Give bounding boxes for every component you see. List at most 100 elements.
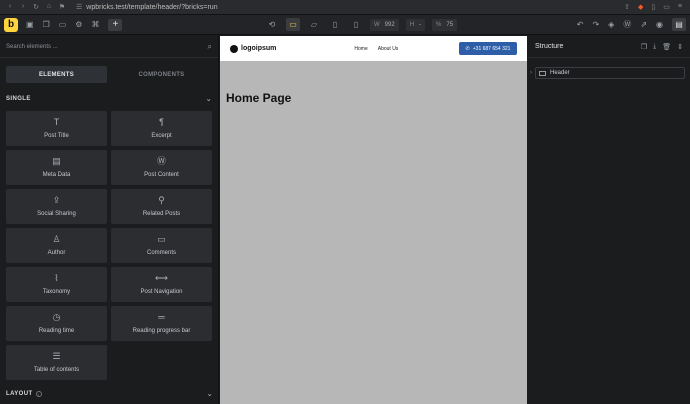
width-label: W [374, 21, 380, 28]
structure-row: › Header [530, 67, 690, 79]
redo-icon[interactable]: ↷ [592, 20, 599, 29]
progress-bar-icon: ═ [158, 312, 165, 322]
breakpoint-reset-icon[interactable]: ⟲ [265, 18, 279, 31]
logo-text: logoipsum [241, 45, 277, 52]
phone-number: +31 687 654 321 [472, 45, 511, 52]
menu-icon[interactable]: ≡ [678, 3, 682, 11]
structure-title: Structure [535, 43, 564, 50]
element-label: Table of contents [33, 367, 80, 373]
list-icon: ☰ [52, 351, 61, 361]
tablet-breakpoint-icon[interactable]: ▯ [328, 18, 342, 31]
element-post-navigation[interactable]: ⟷ Post Navigation [111, 267, 212, 302]
builder-toolbar: b ▣ ❐ ▭ ⚙ ⌘ + ⟲ ▭ ▱ ▯ ▯ W 992 H - % 75 ↶… [0, 15, 690, 35]
nav-link-home[interactable]: Home [354, 46, 367, 52]
settings-icon[interactable]: ⚙ [75, 20, 82, 29]
template-icon[interactable]: ▣ [26, 20, 34, 29]
brave-shield-icon[interactable]: ◆ [638, 3, 643, 11]
share-icon[interactable]: ⇧ [624, 3, 630, 11]
pin-icon: ⚲ [158, 195, 165, 205]
mobile-breakpoint-icon[interactable]: ▯ [349, 18, 363, 31]
logo-mark-icon [230, 44, 238, 53]
wordpress-icon[interactable]: Ⓦ [623, 19, 631, 30]
element-table-of-contents[interactable]: ☰ Table of contents [6, 345, 107, 380]
element-social-sharing[interactable]: ⇪ Social Sharing [6, 189, 107, 224]
element-post-content[interactable]: Ⓦ Post Content [111, 150, 212, 185]
section-layout-header[interactable]: LAYOUT i ⌄ [0, 390, 219, 398]
nav-link-about[interactable]: About Us [378, 46, 399, 52]
download-icon[interactable]: ⤓ [653, 43, 656, 51]
collapse-icon[interactable]: ⇕ [677, 43, 683, 51]
undo-icon[interactable]: ↶ [577, 20, 584, 29]
element-reading-time[interactable]: ◷ Reading time [6, 306, 107, 341]
reload-icon[interactable]: ↻ [32, 3, 40, 11]
element-taxonomy[interactable]: ⌇ Taxonomy [6, 267, 107, 302]
structure-panel: Structure ❐ ⤓ 🗑 ⇕ › Header [528, 36, 690, 404]
copy-icon[interactable]: ❐ [641, 43, 647, 51]
tab-elements[interactable]: ELEMENTS [6, 66, 107, 83]
address-bar[interactable]: ☰ wpbricks.test/template/header/?bricks=… [76, 3, 218, 12]
preview-eye-icon[interactable]: ◉ [656, 20, 663, 29]
navigation-icon: ⟷ [155, 273, 168, 283]
zoom-value: 75 [446, 21, 454, 28]
element-excerpt[interactable]: ¶ Excerpt [111, 111, 212, 146]
bricks-logo[interactable]: b [4, 17, 18, 32]
laptop-breakpoint-icon[interactable]: ▱ [307, 18, 321, 31]
chevron-down-icon: ⌄ [205, 96, 212, 103]
element-search[interactable]: Search elements ... ⌕ [0, 36, 218, 58]
wordpress-icon: Ⓦ [156, 156, 166, 166]
excerpt-icon: ¶ [159, 117, 164, 127]
clock-icon: ◷ [52, 312, 61, 322]
section-single-header[interactable]: SINGLE ⌄ [0, 95, 218, 103]
desktop-breakpoint-icon[interactable]: ▭ [286, 18, 300, 31]
home-icon[interactable]: ⌂ [45, 3, 53, 11]
folder-icon[interactable]: ▭ [59, 20, 67, 29]
page-title[interactable]: Home Page [226, 91, 527, 105]
search-input[interactable]: Search elements ... [6, 44, 58, 50]
section-layout-title: LAYOUT [6, 391, 33, 397]
tab-components[interactable]: COMPONENTS [111, 66, 212, 83]
element-reading-progress-bar[interactable]: ═ Reading progress bar [111, 306, 212, 341]
element-label: Post Navigation [140, 289, 183, 295]
command-icon[interactable]: ⌘ [91, 20, 99, 29]
chevron-right-icon[interactable]: › [19, 3, 27, 11]
element-meta-data[interactable]: ▤ Meta Data [6, 150, 107, 185]
structure-item-label: Header [550, 70, 570, 76]
element-post-title[interactable]: T Post Title [6, 111, 107, 146]
layers-icon[interactable]: ◈ [608, 20, 614, 29]
wallet-icon[interactable]: ▭ [663, 3, 670, 11]
element-label: Post Title [44, 133, 69, 139]
share-icon: ⇪ [52, 195, 61, 205]
browser-bar: ‹ › ↻ ⌂ ⚑ ☰ wpbricks.test/template/heade… [0, 0, 690, 15]
chevron-left-icon[interactable]: ‹ [6, 3, 14, 11]
url-text: wpbricks.test/template/header/?bricks=ru… [86, 3, 218, 11]
info-icon[interactable]: i [35, 391, 42, 397]
site-info-icon[interactable]: ☰ [76, 3, 82, 11]
width-value: 992 [384, 21, 395, 28]
zoom-field[interactable]: % 75 [432, 18, 458, 31]
element-label: Post Content [144, 172, 179, 178]
element-comments[interactable]: ▭ Comments [111, 228, 212, 263]
builder-canvas[interactable]: logoipsum Home About Us ✆ +31 687 654 32… [220, 36, 527, 404]
pages-icon[interactable]: ❐ [43, 20, 50, 29]
structure-item-header[interactable]: Header [535, 67, 685, 79]
meta-data-icon: ▤ [52, 156, 61, 166]
structure-panel-toggle[interactable]: ▤ [672, 18, 686, 31]
sidebar-toggle-icon[interactable]: ▯ [651, 3, 655, 11]
site-logo[interactable]: logoipsum [230, 44, 277, 53]
paperclip-icon: ⌇ [54, 273, 59, 283]
phone-cta-button[interactable]: ✆ +31 687 654 321 [459, 42, 517, 55]
element-related-posts[interactable]: ⚲ Related Posts [111, 189, 212, 224]
bookmark-icon[interactable]: ⚑ [58, 3, 66, 11]
section-icon [539, 70, 546, 76]
site-header[interactable]: logoipsum Home About Us ✆ +31 687 654 32… [220, 36, 527, 61]
trash-icon[interactable]: 🗑 [662, 43, 671, 51]
element-author[interactable]: ♙ Author [6, 228, 107, 263]
zoom-label: % [436, 21, 442, 28]
external-link-icon[interactable]: ⇗ [640, 20, 647, 29]
add-element-button[interactable]: + [108, 18, 123, 31]
width-field[interactable]: W 992 [370, 18, 399, 31]
height-field[interactable]: H - [405, 18, 426, 31]
element-label: Taxonomy [42, 289, 71, 295]
panel-tabs: ELEMENTS COMPONENTS [6, 66, 212, 83]
chevron-right-icon[interactable]: › [530, 70, 532, 76]
